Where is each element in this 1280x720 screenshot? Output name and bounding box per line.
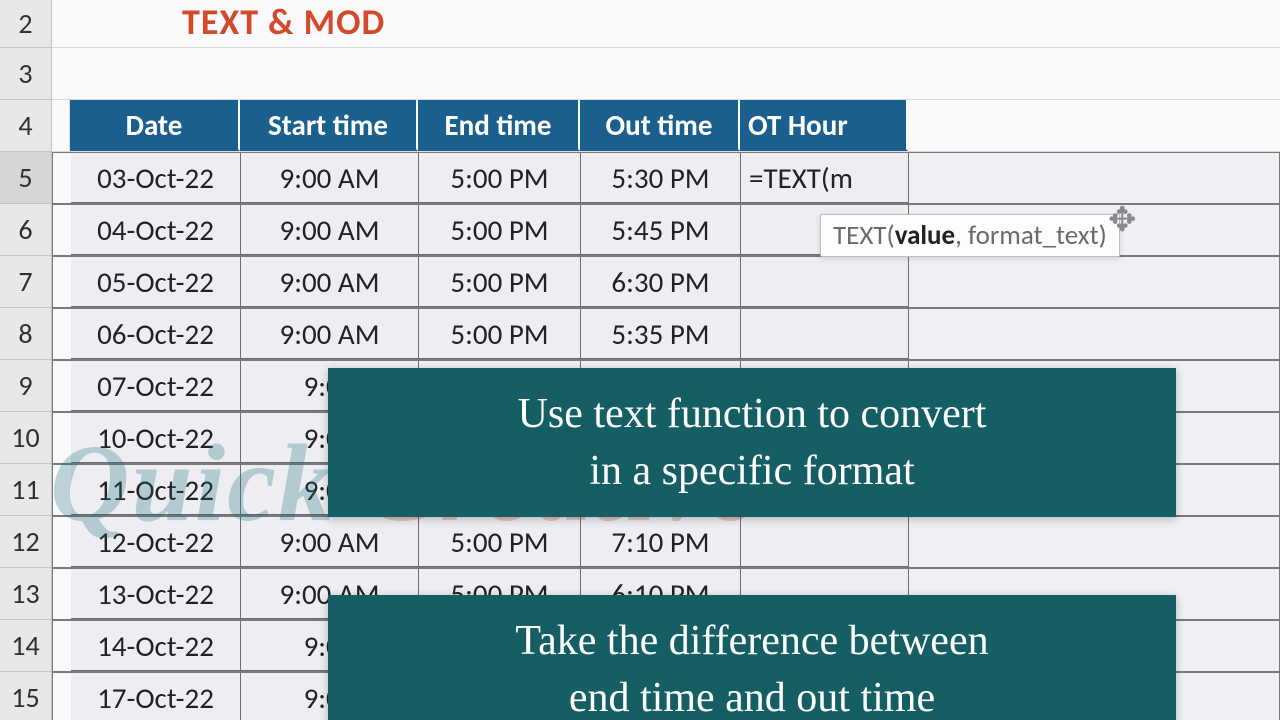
- blank-row: [52, 48, 1280, 100]
- formula-tooltip: TEXT(value, format_text): [820, 214, 1120, 257]
- banner-line: in a specific format: [358, 443, 1146, 500]
- empty-cell[interactable]: [909, 517, 1279, 567]
- cell-end[interactable]: 5:00 PM: [419, 517, 581, 567]
- tooltip-arg: value: [895, 219, 955, 252]
- col-header-end[interactable]: End time: [418, 100, 580, 151]
- cell-ot-formula[interactable]: =TEXT(m: [741, 153, 909, 203]
- cell-date[interactable]: 10-Oct-22: [71, 413, 241, 463]
- cell-out[interactable]: 6:30 PM: [581, 257, 741, 307]
- empty-cell[interactable]: [908, 100, 1280, 151]
- banner-line: end time and out time: [358, 670, 1146, 720]
- tooltip-fn: TEXT(: [833, 219, 895, 252]
- gap-cell: [53, 569, 71, 619]
- table-row: 06-Oct-22 9:00 AM 5:00 PM 5:35 PM: [52, 308, 1280, 360]
- gap-cell: [53, 361, 71, 411]
- instruction-banner-1: Use text function to convert in a specif…: [328, 368, 1176, 517]
- cell-start[interactable]: 9:00 AM: [241, 309, 419, 359]
- cell-out[interactable]: 5:35 PM: [581, 309, 741, 359]
- gap-cell: [52, 100, 70, 151]
- gap-cell: [53, 257, 71, 307]
- gap-cell: [53, 517, 71, 567]
- tooltip-rest: , format_text): [955, 219, 1107, 252]
- cell-out[interactable]: 5:45 PM: [581, 205, 741, 255]
- cell-date[interactable]: 05-Oct-22: [71, 257, 241, 307]
- table-row: 05-Oct-22 9:00 AM 5:00 PM 6:30 PM: [52, 256, 1280, 308]
- col-header-date[interactable]: Date: [70, 100, 240, 151]
- empty-cell[interactable]: [909, 257, 1279, 307]
- row-header[interactable]: 11: [0, 464, 52, 516]
- gap-cell: [53, 153, 71, 203]
- gap-cell: [53, 673, 71, 720]
- row-header-gutter: 2 3 4 5 6 7 8 9 10 11 12 13 14 15: [0, 0, 52, 720]
- cell-ot[interactable]: [741, 309, 909, 359]
- cell-ot[interactable]: [741, 517, 909, 567]
- row-header[interactable]: 8: [0, 308, 52, 360]
- banner-line: Take the difference between: [358, 613, 1146, 670]
- row-header[interactable]: 6: [0, 204, 52, 256]
- cell-out[interactable]: 7:10 PM: [581, 517, 741, 567]
- row-header[interactable]: 3: [0, 48, 52, 100]
- cell-date[interactable]: 12-Oct-22: [71, 517, 241, 567]
- cell-date[interactable]: 14-Oct-22: [71, 621, 241, 671]
- row-header[interactable]: 12: [0, 516, 52, 568]
- table-row: 03-Oct-22 9:00 AM 5:00 PM 5:30 PM =TEXT(…: [52, 152, 1280, 204]
- row-header[interactable]: 14: [0, 620, 52, 672]
- banner-line: Use text function to convert: [358, 386, 1146, 443]
- cell-date[interactable]: 03-Oct-22: [71, 153, 241, 203]
- gap-cell: [53, 413, 71, 463]
- gap-cell: [53, 309, 71, 359]
- empty-cell[interactable]: [909, 153, 1279, 203]
- cell-start[interactable]: 9:00 AM: [241, 257, 419, 307]
- page-title: TEXT & MOD: [52, 0, 385, 47]
- spreadsheet-view: 2 3 4 5 6 7 8 9 10 11 12 13 14 15 TEXT &…: [0, 0, 1280, 720]
- cell-start[interactable]: 9:00 AM: [241, 153, 419, 203]
- row-header[interactable]: 2: [0, 0, 52, 48]
- cell-start[interactable]: 9:00 AM: [241, 205, 419, 255]
- gap-cell: [53, 465, 71, 515]
- row-header[interactable]: 7: [0, 256, 52, 308]
- cell-ot[interactable]: [741, 257, 909, 307]
- cell-date[interactable]: 17-Oct-22: [71, 673, 241, 720]
- gap-cell: [53, 205, 71, 255]
- cell-date[interactable]: 07-Oct-22: [71, 361, 241, 411]
- cell-start[interactable]: 9:00 AM: [241, 517, 419, 567]
- instruction-banner-2: Take the difference between end time and…: [328, 595, 1176, 720]
- gap-cell: [53, 621, 71, 671]
- cell-end[interactable]: 5:00 PM: [419, 205, 581, 255]
- cell-date[interactable]: 04-Oct-22: [71, 205, 241, 255]
- col-header-out[interactable]: Out time: [580, 100, 740, 151]
- col-header-ot[interactable]: OT Hour: [740, 100, 908, 151]
- row-header[interactable]: 9: [0, 360, 52, 412]
- row-header[interactable]: 4: [0, 100, 52, 152]
- row-header[interactable]: 15: [0, 672, 52, 720]
- table-header-row: Date Start time End time Out time OT Hou…: [52, 100, 1280, 152]
- table-row: 12-Oct-22 9:00 AM 5:00 PM 7:10 PM: [52, 516, 1280, 568]
- row-header[interactable]: 10: [0, 412, 52, 464]
- move-cursor-icon: ✥: [1108, 200, 1137, 241]
- col-header-start[interactable]: Start time: [240, 100, 418, 151]
- cell-date[interactable]: 13-Oct-22: [71, 569, 241, 619]
- cell-date[interactable]: 11-Oct-22: [71, 465, 241, 515]
- title-row: TEXT & MOD: [52, 0, 1280, 48]
- empty-cell[interactable]: [909, 309, 1279, 359]
- cell-end[interactable]: 5:00 PM: [419, 309, 581, 359]
- cell-date[interactable]: 06-Oct-22: [71, 309, 241, 359]
- cell-end[interactable]: 5:00 PM: [419, 257, 581, 307]
- cell-out[interactable]: 5:30 PM: [581, 153, 741, 203]
- cell-end[interactable]: 5:00 PM: [419, 153, 581, 203]
- row-header[interactable]: 13: [0, 568, 52, 620]
- row-header[interactable]: 5: [0, 152, 52, 204]
